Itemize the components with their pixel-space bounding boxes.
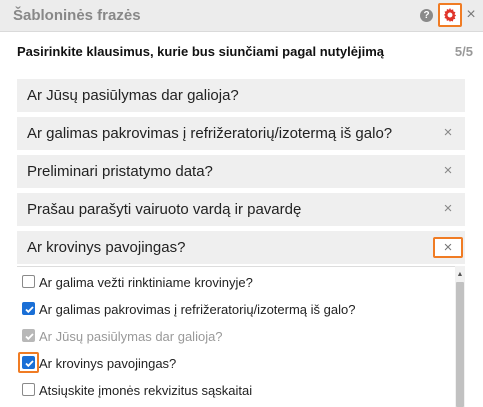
selected-phrase: Prašau parašyti vairuoto vardą ir pavard… <box>17 193 465 226</box>
help-icon[interactable]: ? <box>420 9 433 22</box>
remove-phrase-icon: × <box>443 239 453 256</box>
panel-title: Šabloninės frazės <box>13 7 141 24</box>
scrollbar-thumb[interactable] <box>456 282 464 407</box>
phrase-option[interactable]: Atsiųskite įmonės rekvizitus sąskaitai <box>17 378 447 402</box>
option-label: Atsiųskite įmonės rekvizitus sąskaitai <box>39 383 253 398</box>
remove-phrase-icon[interactable]: × <box>440 162 456 180</box>
close-panel-icon[interactable]: × <box>464 6 478 24</box>
selected-phrase: Ar Jūsų pasiūlymas dar galioja? <box>17 79 465 112</box>
selected-phrase-label: Preliminari pristatymo data? <box>27 163 213 180</box>
option-label: Ar galimas pakrovimas į refrižeratorių/i… <box>39 302 356 317</box>
selected-phrase-label: Prašau parašyti vairuoto vardą ir pavard… <box>27 201 302 218</box>
phrase-option[interactable]: Ar galima vežti rinktiniame krovinyje? <box>17 270 447 294</box>
selected-phrase-label: Ar Jūsų pasiūlymas dar galioja? <box>27 87 239 104</box>
phrase-option[interactable]: Ar krovinys pavojingas? <box>17 351 447 375</box>
remove-phrase-button-highlighted[interactable]: × <box>433 237 463 258</box>
phrase-options-dropdown: Ar galima vežti rinktiniame krovinyje? A… <box>17 266 465 407</box>
option-label: Ar galima vežti rinktiniame krovinyje? <box>39 275 253 290</box>
scroll-up-icon[interactable]: ▲ <box>455 270 465 280</box>
phrase-option[interactable]: Ar galimas pakrovimas į refrižeratorių/i… <box>17 297 447 321</box>
option-checkbox[interactable] <box>22 383 35 396</box>
option-label: Ar krovinys pavojingas? <box>39 356 177 371</box>
selected-phrase-label: Ar galimas pakrovimas į refrižeratorių/i… <box>27 125 393 142</box>
option-checkbox[interactable] <box>22 356 35 369</box>
selected-phrase: Ar galimas pakrovimas į refrižeratorių/i… <box>17 117 465 150</box>
selected-count: 5/5 <box>454 44 473 59</box>
remove-phrase-icon[interactable]: × <box>440 124 456 142</box>
option-checkbox[interactable] <box>22 275 35 288</box>
settings-button[interactable] <box>438 3 462 27</box>
checkmark-icon <box>25 306 34 314</box>
selected-phrase: Preliminari pristatymo data? × <box>17 155 465 188</box>
phrase-option: Ar Jūsų pasiūlymas dar galioja? <box>17 324 447 348</box>
selected-phrase: Ar krovinys pavojingas? × <box>17 231 465 264</box>
option-checkbox[interactable] <box>22 302 35 315</box>
gear-icon <box>443 8 457 22</box>
checkmark-icon <box>25 333 34 341</box>
option-checkbox-disabled <box>22 329 35 342</box>
checkmark-icon <box>25 360 34 368</box>
option-label: Ar Jūsų pasiūlymas dar galioja? <box>39 329 223 344</box>
section-subtitle: Pasirinkite klausimus, kurie bus siunčia… <box>17 44 385 59</box>
selected-phrase-label: Ar krovinys pavojingas? <box>27 239 186 256</box>
remove-phrase-icon[interactable]: × <box>440 200 456 218</box>
phrases-panel: Šabloninės frazės ? × Pasirinkite klausi… <box>0 0 483 407</box>
panel-header: Šabloninės frazės ? × <box>0 0 483 32</box>
